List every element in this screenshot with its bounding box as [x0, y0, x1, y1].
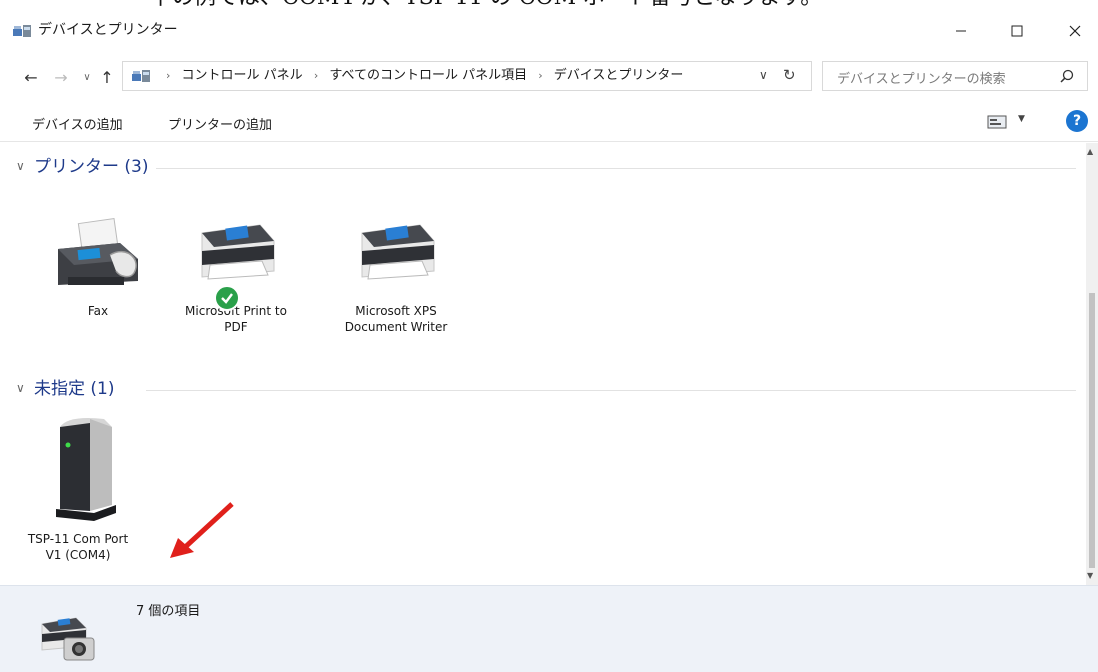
chevron-down-icon[interactable]: ∨ — [16, 381, 25, 395]
up-button[interactable]: ↑ — [96, 66, 118, 88]
address-bar[interactable]: › コントロール パネル › すべてのコントロール パネル項目 › デバイスとプ… — [122, 61, 812, 91]
close-button[interactable] — [1052, 14, 1098, 48]
back-button[interactable]: ← — [20, 66, 42, 88]
device-fax[interactable]: Fax — [38, 215, 158, 319]
minimize-button[interactable] — [938, 14, 984, 48]
chevron-right-icon: › — [538, 69, 543, 82]
view-options-dropdown[interactable]: ▼ — [1018, 114, 1025, 124]
device-tsp-11-com-port[interactable]: TSP-11 Com Port V1 (COM4) — [18, 413, 138, 563]
chevron-right-icon: › — [313, 69, 319, 82]
breadcrumb-devices-printers[interactable]: デバイスとプリンター — [554, 68, 684, 83]
device-list: ∨ プリンター (3) Fax Microsoft Print to PDF M… — [0, 143, 1086, 585]
device-label-line: V1 (COM4) — [45, 548, 111, 562]
command-bar: デバイスの追加 プリンターの追加 ▼ ? — [0, 102, 1098, 142]
vertical-scrollbar[interactable]: ▲ ▼ — [1086, 143, 1098, 585]
view-options-icon[interactable] — [986, 114, 1008, 130]
chevron-down-icon[interactable]: ∨ — [16, 159, 25, 173]
forward-button[interactable]: → — [50, 66, 72, 88]
recent-locations-button[interactable]: ∨ — [76, 66, 98, 88]
group-header-unspecified[interactable]: ∨ 未指定 (1) — [16, 377, 1076, 403]
fax-icon — [58, 218, 138, 285]
search-box[interactable]: デバイスとプリンターの検索 — [822, 61, 1088, 91]
search-icon[interactable] — [1059, 68, 1075, 84]
add-printer-button[interactable]: プリンターの追加 — [168, 114, 272, 133]
group-header-printers[interactable]: ∨ プリンター (3) — [16, 155, 1076, 181]
device-label-line: Microsoft XPS — [355, 304, 437, 318]
help-icon[interactable]: ? — [1066, 110, 1088, 132]
minimize-icon — [956, 30, 966, 32]
document-caption: 下の例では、COM4 が、TSP-11 の COM ポート番号となります。 — [150, 0, 1050, 10]
group-divider — [146, 390, 1076, 391]
device-label: Microsoft XPS Document Writer — [336, 303, 456, 335]
devices-printers-icon — [41, 617, 95, 661]
title-bar: デバイスとプリンター — [0, 10, 1098, 50]
device-label-line: Document Writer — [344, 320, 448, 334]
maximize-icon — [1011, 25, 1023, 37]
scroll-up-arrow-icon[interactable]: ▲ — [1087, 147, 1093, 156]
search-input[interactable]: デバイスとプリンターの検索 — [837, 68, 1006, 87]
printer-icon — [201, 224, 275, 280]
device-label-line: PDF — [224, 320, 248, 334]
devices-printers-app-icon — [13, 25, 31, 37]
group-title-unspecified: 未指定 (1) — [34, 379, 115, 399]
scrollbar-thumb[interactable] — [1089, 293, 1095, 568]
breadcrumb: › コントロール パネル › すべてのコントロール パネル項目 › デバイスとプ… — [159, 67, 683, 85]
address-dropdown-button[interactable]: ∨ — [759, 68, 768, 82]
server-tower-icon — [56, 418, 116, 521]
group-title-printers: プリンター (3) — [34, 157, 149, 177]
refresh-button[interactable]: ↻ — [783, 66, 796, 84]
maximize-button[interactable] — [994, 14, 1040, 48]
device-microsoft-xps-document-writer[interactable]: Microsoft XPS Document Writer — [336, 215, 456, 335]
group-divider — [156, 168, 1076, 169]
device-label: TSP-11 Com Port V1 (COM4) — [18, 531, 138, 563]
address-row: ← → ∨ ↑ › コントロール パネル › すべてのコントロール パネル項目 … — [0, 56, 1098, 96]
device-label-line: TSP-11 Com Port — [27, 532, 129, 546]
printer-icon — [361, 224, 435, 280]
close-icon — [1069, 25, 1081, 37]
annotation-arrow-icon — [170, 502, 234, 558]
breadcrumb-control-panel[interactable]: コントロール パネル — [182, 68, 303, 83]
details-pane: 7 個の項目 — [0, 585, 1098, 672]
devices-and-printers-window: デバイスとプリンター ← → ∨ ↑ › コントロール パネル › すべてのコン… — [0, 10, 1098, 672]
check-icon — [214, 285, 240, 311]
add-device-button[interactable]: デバイスの追加 — [32, 114, 123, 133]
scroll-down-arrow-icon[interactable]: ▼ — [1087, 571, 1093, 580]
breadcrumb-all-items[interactable]: すべてのコントロール パネル項目 — [329, 68, 527, 83]
device-label: Fax — [87, 304, 109, 318]
window-title: デバイスとプリンター — [38, 22, 178, 38]
item-count: 7 個の項目 — [136, 604, 201, 619]
control-panel-icon — [132, 70, 150, 82]
chevron-right-icon: › — [166, 69, 171, 82]
device-microsoft-print-to-pdf[interactable]: Microsoft Print to PDF — [176, 215, 296, 335]
